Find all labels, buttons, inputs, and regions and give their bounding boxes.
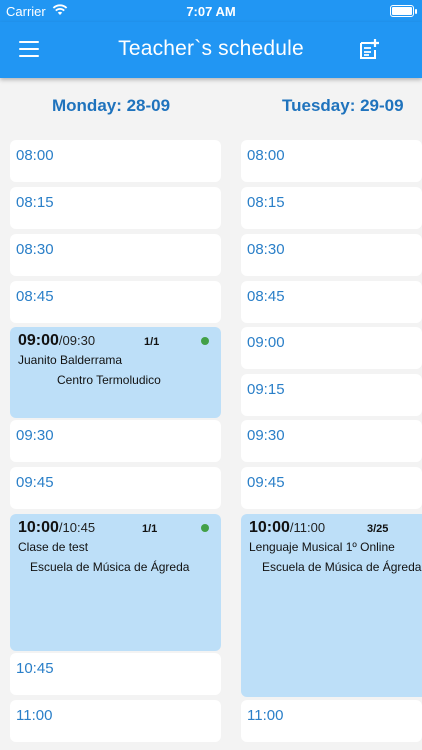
day-header-tuesday: Tuesday: 29-09 <box>282 96 404 115</box>
time-slot-label: 10:45 <box>16 660 54 677</box>
time-slot[interactable]: 08:15 <box>10 187 221 229</box>
time-slot-label: 08:45 <box>16 288 54 305</box>
time-slot[interactable]: 11:00 <box>241 700 422 742</box>
time-slot-label: 11:00 <box>16 707 53 724</box>
time-slot[interactable]: 09:00 <box>241 327 422 369</box>
status-dot-icon <box>201 524 209 532</box>
event-start-time: 09:00/09:30 <box>18 332 95 350</box>
time-slot-label: 09:15 <box>247 381 285 398</box>
status-bar: Carrier 7:07 AM <box>0 0 422 22</box>
time-slot-label: 09:45 <box>247 474 285 491</box>
event-card[interactable]: 10:00/10:45 1/1 Clase de test Escuela de… <box>10 514 221 651</box>
time-slot[interactable]: 09:30 <box>10 420 221 462</box>
event-name: Lenguaje Musical 1º Online <box>249 540 395 554</box>
time-slot-label: 08:30 <box>247 241 285 258</box>
time-slot[interactable]: 09:45 <box>10 467 221 509</box>
time-slot[interactable]: 09:45 <box>241 467 422 509</box>
enrollment-count: 1/1 <box>142 523 158 535</box>
event-name: Juanito Balderrama <box>18 353 123 367</box>
day-header-monday: Monday: 28-09 <box>52 96 171 115</box>
time-slot-label: 08:45 <box>247 288 285 305</box>
time-slot-label: 09:30 <box>247 427 285 444</box>
event-name: Clase de test <box>18 540 89 554</box>
time-slot[interactable]: 08:30 <box>241 234 422 276</box>
enrollment-count: 1/1 <box>144 336 160 348</box>
time-slot-label: 11:00 <box>247 707 284 724</box>
event-start: 10:00 <box>18 519 59 536</box>
event-card[interactable]: 09:00/09:30 1/1 Juanito Balderrama Centr… <box>10 327 221 418</box>
time-slot[interactable]: 11:00 <box>10 700 221 742</box>
app-bar: Teacher`s schedule <box>0 22 422 78</box>
event-start: 10:00 <box>249 519 290 536</box>
time-slot-label: 08:15 <box>16 194 54 211</box>
time-slot-label: 09:00 <box>247 334 285 351</box>
event-location: Centro Termoludico <box>57 373 161 387</box>
time-slot[interactable]: 08:00 <box>10 140 221 182</box>
battery-icon <box>390 5 417 17</box>
clock: 7:07 AM <box>186 4 236 19</box>
event-start: 09:00 <box>18 332 59 349</box>
time-slot-label: 08:00 <box>247 147 285 164</box>
time-slot[interactable]: 08:00 <box>241 140 422 182</box>
time-slot-label: 08:30 <box>16 241 54 258</box>
time-slot[interactable]: 08:45 <box>241 281 422 323</box>
time-slot[interactable]: 08:45 <box>10 281 221 323</box>
time-slot[interactable]: 10:45 <box>10 653 221 695</box>
time-slot[interactable]: 09:15 <box>241 374 422 416</box>
event-start-time: 10:00/11:00 <box>249 519 325 537</box>
time-slot-label: 09:45 <box>16 474 54 491</box>
time-slot-label: 09:30 <box>16 427 54 444</box>
event-card[interactable]: 10:00/11:00 3/25 Lenguaje Musical 1º Onl… <box>241 514 422 697</box>
event-start-time: 10:00/10:45 <box>18 519 95 537</box>
time-slot[interactable]: 08:15 <box>241 187 422 229</box>
event-location: Escuela de Música de Ágreda <box>262 560 422 574</box>
time-slot-label: 08:00 <box>16 147 54 164</box>
event-end-time: /11:00 <box>289 520 326 535</box>
add-note-icon[interactable] <box>358 37 380 61</box>
time-slot[interactable]: 08:30 <box>10 234 221 276</box>
status-dot-icon <box>201 337 209 345</box>
time-slot-label: 08:15 <box>247 194 285 211</box>
event-end-time: /09:30 <box>58 333 96 348</box>
enrollment-count: 3/25 <box>367 523 389 535</box>
event-location: Escuela de Música de Ágreda <box>30 560 190 574</box>
event-end-time: /10:45 <box>58 520 96 535</box>
time-slot[interactable]: 09:30 <box>241 420 422 462</box>
